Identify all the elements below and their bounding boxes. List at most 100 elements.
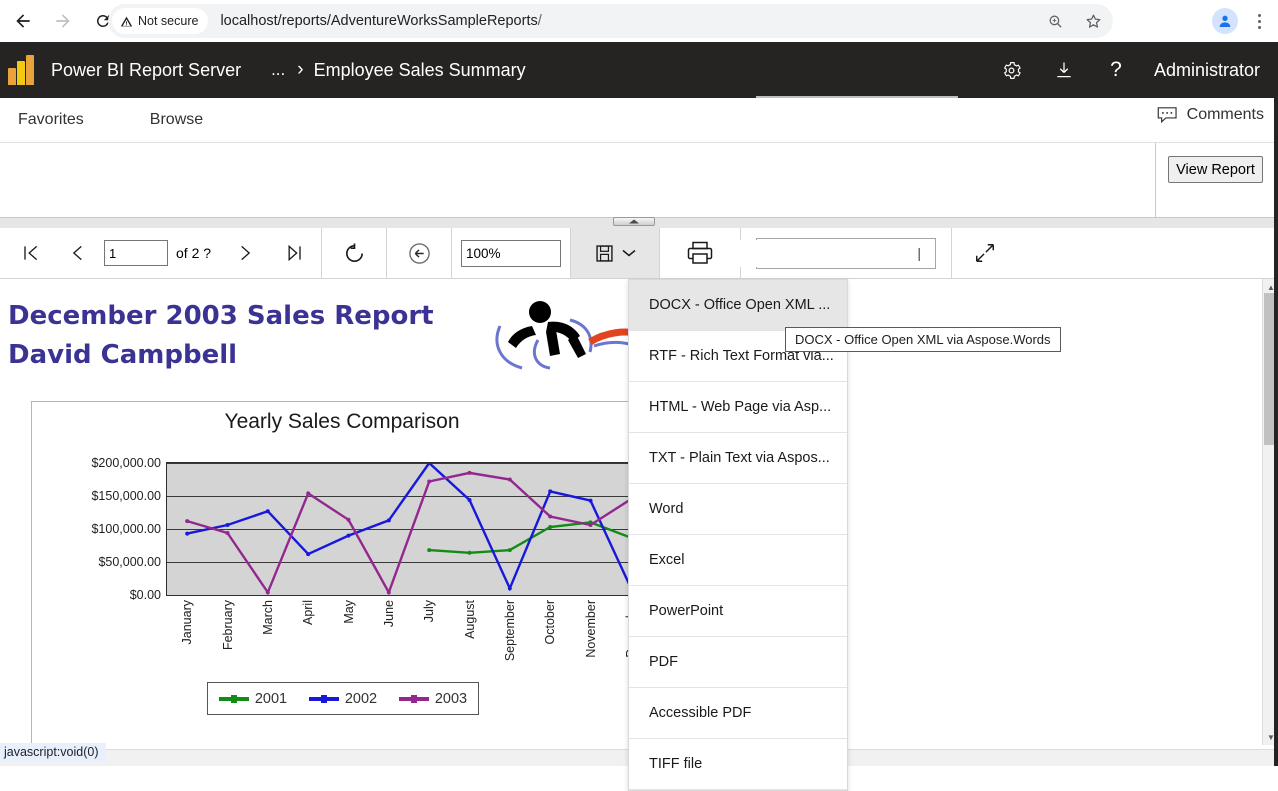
warning-triangle-icon xyxy=(120,15,133,28)
export-menu-item[interactable]: Excel xyxy=(629,535,847,586)
yearly-sales-chart: Yearly Sales Comparison $200,000.00 $150… xyxy=(31,401,651,745)
nav-favorites[interactable]: Favorites xyxy=(11,111,91,129)
previous-page-button[interactable] xyxy=(52,228,104,278)
chart-marker xyxy=(548,515,552,519)
y-tick-label: $50,000.00 xyxy=(98,555,161,569)
chart-marker xyxy=(427,548,431,552)
chart-marker xyxy=(589,499,593,503)
last-page-icon xyxy=(285,243,305,263)
export-menu-item[interactable]: Word xyxy=(629,484,847,535)
export-item-tooltip: DOCX - Office Open XML via Aspose.Words xyxy=(785,327,1061,352)
chart-marker xyxy=(468,471,472,475)
settings-button[interactable] xyxy=(986,42,1038,98)
brand-title[interactable]: Power BI Report Server xyxy=(51,60,241,81)
view-report-button[interactable]: View Report xyxy=(1168,156,1263,183)
find-separator: | xyxy=(917,245,921,261)
kebab-menu-icon[interactable] xyxy=(1246,14,1272,29)
refresh-button[interactable] xyxy=(322,228,386,278)
x-tick-label: February xyxy=(221,600,235,650)
chart-marker xyxy=(185,532,189,536)
download-button[interactable] xyxy=(1038,42,1090,98)
find-input-wrapper[interactable]: | xyxy=(756,238,936,269)
chart-marker xyxy=(306,552,310,556)
chart-marker xyxy=(387,518,391,522)
page-number-input[interactable] xyxy=(104,240,168,266)
legend-swatch xyxy=(399,697,429,701)
export-menu-item[interactable]: TXT - Plain Text via Aspos... xyxy=(629,433,847,484)
chart-marker xyxy=(548,525,552,529)
chart-marker xyxy=(508,586,512,590)
back-button[interactable] xyxy=(6,4,40,38)
not-secure-label: Not secure xyxy=(138,14,198,28)
x-tick-label: October xyxy=(543,600,557,644)
chart-marker xyxy=(306,491,310,495)
chart-marker xyxy=(226,531,230,535)
secondary-nav: Favorites Browse Comments xyxy=(0,98,1278,143)
export-menu-item[interactable]: TIFF file xyxy=(629,739,847,790)
export-button[interactable] xyxy=(571,228,659,278)
x-tick-label: March xyxy=(261,600,275,635)
y-tick-label: $0.00 xyxy=(130,588,161,602)
legend-label: 2002 xyxy=(345,691,377,707)
zoom-select[interactable]: 100% xyxy=(461,240,561,267)
chart-marker xyxy=(347,534,351,538)
comments-button[interactable]: Comments xyxy=(1157,106,1264,124)
export-menu-item[interactable]: PDF xyxy=(629,637,847,688)
report-title-line1: December 2003 Sales Report xyxy=(8,297,434,336)
first-page-icon xyxy=(20,243,40,263)
chart-marker xyxy=(508,478,512,482)
find-input[interactable] xyxy=(721,240,905,267)
fullscreen-button[interactable] xyxy=(952,228,1018,278)
breadcrumb-ellipsis[interactable]: ... xyxy=(271,60,285,80)
next-page-button[interactable] xyxy=(221,228,269,278)
chart-title: Yearly Sales Comparison xyxy=(32,410,651,434)
y-tick-label: $200,000.00 xyxy=(91,456,161,470)
legend-swatch xyxy=(219,697,249,701)
user-name[interactable]: Administrator xyxy=(1154,60,1260,81)
breadcrumb-current: Employee Sales Summary xyxy=(314,60,526,81)
y-tick-label: $100,000.00 xyxy=(91,522,161,536)
legend-entry: 2002 xyxy=(309,691,377,707)
back-to-parent-report-icon xyxy=(407,241,432,266)
arrow-right-icon xyxy=(53,11,73,31)
chart-marker xyxy=(226,523,230,527)
not-secure-badge[interactable]: Not secure xyxy=(112,8,208,34)
legend-swatch xyxy=(309,697,339,701)
report-parameters-panel: Month December Year 2003 Employee David … xyxy=(0,143,1278,218)
export-format-menu[interactable]: DOCX - Office Open XML ...RTF - Rich Tex… xyxy=(628,279,848,791)
x-tick-label: August xyxy=(463,600,477,639)
chart-marker xyxy=(185,519,189,523)
download-arrow-icon xyxy=(1054,60,1074,80)
last-page-button[interactable] xyxy=(269,228,321,278)
x-tick-label: November xyxy=(584,600,598,658)
back-to-parent-report-button[interactable] xyxy=(387,228,451,278)
export-menu-item[interactable]: DOCX - Office Open XML ... xyxy=(629,280,847,331)
next-page-icon xyxy=(235,243,255,263)
export-menu-item[interactable]: HTML - Web Page via Asp... xyxy=(629,382,847,433)
x-tick-label: May xyxy=(342,600,356,624)
running-cyclist-logo-icon xyxy=(490,296,640,383)
comment-bubble-icon xyxy=(1157,106,1179,124)
report-title-line2: David Campbell xyxy=(8,336,434,375)
breadcrumb-separator-icon: › xyxy=(297,59,303,81)
legend-label: 2001 xyxy=(255,691,287,707)
first-page-button[interactable] xyxy=(8,228,52,278)
chart-plot-area: $200,000.00 $150,000.00 $100,000.00 $50,… xyxy=(166,462,651,596)
url-text[interactable]: localhost/reports/AdventureWorksSampleRe… xyxy=(220,13,541,29)
chart-marker xyxy=(508,548,512,552)
address-bar[interactable]: Not secure localhost/reports/AdventureWo… xyxy=(108,4,1113,38)
forward-button[interactable] xyxy=(46,4,80,38)
panel-splitter-handle[interactable] xyxy=(613,217,655,226)
zoom-search-icon[interactable] xyxy=(1047,13,1064,30)
profile-avatar-icon[interactable] xyxy=(1212,8,1238,34)
window-right-edge xyxy=(1274,42,1278,766)
nav-browse[interactable]: Browse xyxy=(143,111,210,129)
refresh-icon xyxy=(343,242,366,265)
export-menu-item[interactable]: Accessible PDF xyxy=(629,688,847,739)
power-bi-logo-icon xyxy=(6,55,40,85)
chart-marker xyxy=(589,523,593,527)
export-menu-item[interactable]: PowerPoint xyxy=(629,586,847,637)
help-button[interactable]: ? xyxy=(1090,42,1142,98)
x-tick-label: September xyxy=(503,600,517,661)
star-icon[interactable] xyxy=(1084,12,1103,31)
